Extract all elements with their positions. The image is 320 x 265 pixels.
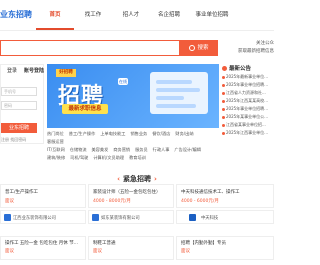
tab-login[interactable]: 登录 bbox=[1, 65, 23, 77]
category-link[interactable]: 普工/生产操作 bbox=[69, 130, 96, 138]
job-title: 中天科技通信技术工、操作工 bbox=[181, 190, 240, 195]
announcement-title: 最新公告 bbox=[222, 64, 251, 72]
category-link[interactable]: 美容美发 bbox=[92, 146, 109, 154]
chevron-left-icon: ‹ bbox=[117, 175, 120, 183]
job-salary: 4000 - 8000元/月 bbox=[93, 199, 131, 204]
job-salary: 面议 bbox=[5, 249, 14, 254]
category-link[interactable]: 销售业务 bbox=[130, 130, 147, 138]
category-link[interactable]: 客服运营 bbox=[47, 138, 64, 146]
job-card[interactable]: 中天科技通信技术工、操作工 4000 - 6000元/月 bbox=[176, 184, 274, 208]
category-link[interactable]: 商务营销 bbox=[113, 146, 130, 154]
nav-item-find-talent[interactable]: 招人才 bbox=[112, 0, 150, 30]
announcement-item[interactable]: 2025年最新事业单位... bbox=[222, 74, 268, 80]
job-title: 普工/生产操作工 bbox=[5, 190, 39, 195]
category-link[interactable]: 餐饮/酒店 bbox=[152, 130, 170, 138]
announcement-item[interactable]: 2025年江西事业单位... bbox=[222, 130, 268, 136]
job-salary: 面议 bbox=[5, 199, 14, 204]
login-button[interactable]: 业东招聘 bbox=[1, 123, 37, 133]
tab-account-login[interactable]: 账号登陆 bbox=[23, 65, 45, 77]
job-card[interactable]: 制鞋工普通 面议 bbox=[88, 236, 174, 260]
company-name: 如东某装饰有限公司 bbox=[101, 216, 140, 221]
category-link[interactable]: 计算机/文员助理 bbox=[93, 154, 124, 162]
job-card[interactable]: 家装设计师（五险一金包吃包住） 4000 - 8000元/月 bbox=[88, 184, 174, 208]
company-name: 江西业东装饰有限公司 bbox=[13, 216, 56, 221]
phone-field[interactable]: 手机号 bbox=[1, 87, 37, 96]
job-title: 操作工 五险一金 包吃包住 月休 节... bbox=[5, 241, 79, 246]
category-link[interactable]: 上单电技能工 bbox=[100, 130, 125, 138]
register-link[interactable]: 注册 找回密码 bbox=[1, 137, 26, 143]
section-title-urgent: ‹ 紧急招聘 › bbox=[117, 175, 157, 183]
search-button[interactable]: 搜索 bbox=[180, 40, 218, 56]
banner-subtitle: 最新求职信息 bbox=[62, 104, 108, 114]
login-tabs: 登录 账号登陆 bbox=[1, 65, 45, 77]
job-title: 家装设计师（五险一金包吃包住） bbox=[93, 190, 161, 195]
announcement-item[interactable]: 江西省某事业单位招... bbox=[222, 122, 266, 128]
category-row: IT/互联网 仓储物流 美容美发 商务营销 服务员 行政人事 广告设计/编辑 bbox=[47, 146, 219, 154]
company-card[interactable]: 江西业东装饰有限公司 bbox=[0, 210, 86, 224]
login-panel: 登录 账号登陆 手机号 密码 业东招聘 注册 找回密码 bbox=[0, 64, 44, 144]
job-salary: 面议 bbox=[93, 249, 102, 254]
category-link[interactable]: IT/互联网 bbox=[47, 146, 65, 154]
company-card[interactable]: 如东某装饰有限公司 bbox=[88, 210, 174, 224]
job-card[interactable]: 普工/生产操作工 面议 bbox=[0, 184, 86, 208]
banner-chip: 在线 bbox=[118, 78, 128, 85]
chevron-right-icon: › bbox=[154, 175, 157, 183]
search-button-label: 搜索 bbox=[197, 45, 209, 51]
announcement-item[interactable]: 2025年事业单位招聘... bbox=[222, 82, 268, 88]
password-field[interactable]: 密码 bbox=[1, 101, 37, 110]
announcement-icon bbox=[222, 66, 227, 71]
job-categories: 热门岗位 普工/生产操作 上单电技能工 销售业务 餐饮/酒店 财务/出纳 客服运… bbox=[47, 130, 219, 162]
job-card[interactable]: 招聘【内勤外勤】专员 面议 bbox=[176, 236, 274, 260]
wechat-follow[interactable]: 关注公众 获取最新招聘信息 bbox=[230, 40, 274, 56]
banner-illustration bbox=[150, 72, 208, 114]
category-row: 热门岗位 普工/生产操作 上单电技能工 销售业务 餐饮/酒店 财务/出纳 客服运… bbox=[47, 130, 219, 146]
main-nav: 首页 找工作 招人才 名企招聘 事业单位招聘 bbox=[36, 0, 236, 30]
job-card[interactable]: 操作工 五险一金 包吃包住 月休 节... 面议 bbox=[0, 236, 86, 260]
nav-item-find-job[interactable]: 找工作 bbox=[74, 0, 112, 30]
company-logo bbox=[4, 214, 11, 221]
announcement-item[interactable]: 2025年某事业单位公... bbox=[222, 114, 268, 120]
category-link[interactable]: 广告设计/编辑 bbox=[174, 146, 201, 154]
announcement-item[interactable]: 江西省人力资源和社... bbox=[222, 90, 266, 96]
company-logo bbox=[92, 214, 99, 221]
category-link[interactable]: 司机/驾驶 bbox=[70, 154, 88, 162]
category-link[interactable]: 服务员 bbox=[135, 146, 148, 154]
announcement-panel: 最新公告 2025年最新事业单位... 2025年事业单位招聘... 江西省人力… bbox=[222, 64, 274, 144]
job-title: 制鞋工普通 bbox=[93, 241, 116, 246]
search-input[interactable] bbox=[0, 40, 180, 56]
company-card[interactable]: 中天科技 bbox=[176, 210, 274, 224]
announcement-item[interactable]: 2025年事业单位招聘... bbox=[222, 106, 268, 112]
category-link[interactable]: 教育培训 bbox=[129, 154, 146, 162]
category-link[interactable]: 热门岗位 bbox=[47, 130, 64, 138]
wechat-follow-line2: 获取最新招聘信息 bbox=[238, 49, 274, 54]
category-link[interactable]: 仓储物流 bbox=[70, 146, 87, 154]
site-logo[interactable]: 业东招聘 bbox=[0, 9, 32, 20]
job-salary: 4000 - 6000元/月 bbox=[181, 199, 219, 204]
nav-item-public-institutions[interactable]: 事业单位招聘 bbox=[188, 0, 236, 30]
category-link[interactable]: 建筑/装修 bbox=[47, 154, 65, 162]
company-name: 中天科技 bbox=[201, 216, 219, 221]
banner-tag: 好招聘 bbox=[56, 69, 76, 77]
category-link[interactable]: 行政人事 bbox=[153, 146, 170, 154]
nav-item-home[interactable]: 首页 bbox=[36, 0, 74, 30]
job-title: 招聘【内勤外勤】专员 bbox=[181, 241, 226, 246]
nav-item-famous-companies[interactable]: 名企招聘 bbox=[150, 0, 188, 30]
announcement-item[interactable]: 2025年江西某某高校... bbox=[222, 98, 268, 104]
company-logo bbox=[189, 214, 196, 221]
search-icon bbox=[189, 44, 196, 51]
job-salary: 面议 bbox=[181, 249, 190, 254]
category-row: 建筑/装修 司机/驾驶 计算机/文员助理 教育培训 bbox=[47, 154, 219, 162]
wechat-follow-line1: 关注公众 bbox=[256, 41, 274, 46]
category-link[interactable]: 财务/出纳 bbox=[175, 130, 193, 138]
